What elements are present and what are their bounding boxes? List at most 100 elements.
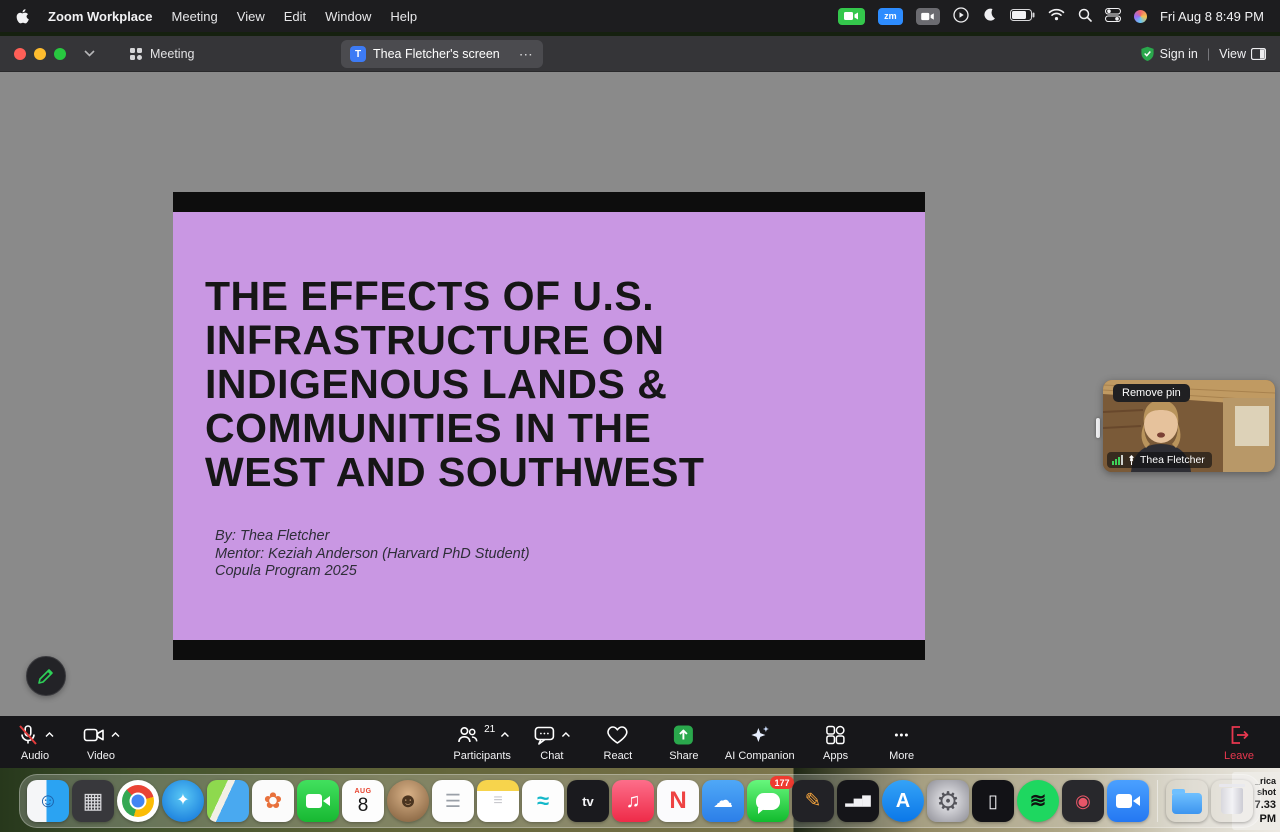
participants-button[interactable]: 21 Participants: [453, 723, 510, 762]
apps-icon: [824, 723, 848, 747]
share-button[interactable]: Share: [659, 723, 709, 762]
dock: ☺▦✦✿AUG8☻☰≡≈tv♫N☁177✎▂▅▇A⚙▯≋◉: [19, 774, 1261, 828]
chat-chevron[interactable]: [562, 732, 571, 738]
dock-trash-icon[interactable]: [1211, 780, 1253, 822]
dock-profile-icon[interactable]: ☻: [387, 780, 429, 822]
more-button[interactable]: More: [877, 723, 927, 762]
leave-label: Leave: [1224, 750, 1254, 762]
menu-app-name[interactable]: Zoom Workplace: [48, 9, 153, 24]
tab-options-ellipsis-icon[interactable]: ⋯: [519, 47, 534, 61]
dock-news-icon[interactable]: N: [657, 780, 699, 822]
video-button[interactable]: Video: [76, 723, 126, 762]
dock-notes-icon[interactable]: ≡: [477, 780, 519, 822]
slide-title-line: WEST AND SOUTHWEST: [205, 450, 704, 494]
slide-title-line: INFRASTRUCTURE ON: [205, 318, 704, 362]
dock-folder-icon[interactable]: [1166, 780, 1208, 822]
apps-button[interactable]: Apps: [811, 723, 861, 762]
messages-badge: 177: [770, 776, 794, 789]
dock-photos-icon[interactable]: ✿: [252, 780, 294, 822]
audio-button[interactable]: Audio: [10, 723, 60, 762]
view-label: View: [1219, 47, 1246, 61]
macos-menu-bar: Zoom Workplace Meeting View Edit Window …: [0, 0, 1280, 32]
dock-messages-icon[interactable]: 177: [747, 780, 789, 822]
leave-button[interactable]: Leave: [1214, 723, 1264, 762]
menu-meeting[interactable]: Meeting: [172, 9, 218, 24]
dock-camera-app-icon[interactable]: ◉: [1062, 780, 1104, 822]
menu-window[interactable]: Window: [325, 9, 371, 24]
apple-menu-icon[interactable]: [16, 9, 29, 24]
slide-title-line: THE EFFECTS OF U.S.: [205, 274, 704, 318]
dock-zoom-icon[interactable]: [1107, 780, 1149, 822]
menu-clock[interactable]: Fri Aug 8 8:49 PM: [1160, 9, 1264, 24]
menu-help[interactable]: Help: [390, 9, 417, 24]
more-label: More: [889, 750, 914, 762]
slide-title-line: COMMUNITIES IN THE: [205, 406, 704, 450]
dock-safari-icon[interactable]: ✦: [162, 780, 204, 822]
menu-view[interactable]: View: [237, 9, 265, 24]
dock-settings-icon[interactable]: ⚙: [927, 780, 969, 822]
tab-meeting-label: Meeting: [150, 47, 194, 61]
audio-label: Audio: [21, 750, 49, 762]
video-camera-glyph: [306, 794, 330, 808]
meeting-toolbar: Audio Video: [0, 716, 1280, 768]
slide-title-line: INDIGENOUS LANDS &: [205, 362, 704, 406]
close-window-button[interactable]: [14, 48, 26, 60]
remove-pin-button[interactable]: Remove pin: [1113, 384, 1190, 402]
chat-label: Chat: [540, 750, 563, 762]
video-chevron[interactable]: [111, 732, 120, 738]
sign-in-button[interactable]: Sign in: [1140, 46, 1198, 62]
dock-chrome-icon[interactable]: [117, 780, 159, 822]
ai-companion-button[interactable]: AI Companion: [725, 723, 795, 762]
focus-moon-icon[interactable]: [982, 7, 997, 25]
screen-share-indicator-icon[interactable]: [838, 8, 865, 25]
spotlight-search-icon[interactable]: [1078, 8, 1092, 25]
dock-calendar-icon[interactable]: AUG8: [342, 780, 384, 822]
chat-button[interactable]: Chat: [527, 723, 577, 762]
shared-screen-area: THE EFFECTS OF U.S. INFRASTRUCTURE ON IN…: [0, 72, 1280, 716]
dock-stocks-icon[interactable]: ▂▅▇: [837, 780, 879, 822]
slide-body: THE EFFECTS OF U.S. INFRASTRUCTURE ON IN…: [173, 212, 925, 640]
heart-icon: [606, 723, 630, 747]
dock-launchpad-icon[interactable]: ▦: [72, 780, 114, 822]
dock-reminders-icon[interactable]: ☰: [432, 780, 474, 822]
audio-chevron[interactable]: [45, 732, 54, 738]
participants-count: 21: [484, 724, 495, 735]
annotate-button[interactable]: [26, 656, 66, 696]
dock-phone-mirroring-icon[interactable]: ▯: [972, 780, 1014, 822]
minimize-window-button[interactable]: [34, 48, 46, 60]
header-divider: |: [1207, 47, 1210, 61]
dock-freeform-icon[interactable]: ≈: [522, 780, 564, 822]
dock-appstore-icon[interactable]: A: [882, 780, 924, 822]
camera-in-use-icon[interactable]: [916, 8, 940, 25]
dock-finder-icon[interactable]: ☺: [27, 780, 69, 822]
wifi-icon[interactable]: [1048, 8, 1065, 24]
battery-icon[interactable]: [1010, 9, 1035, 24]
slide-program: Copula Program 2025: [215, 563, 530, 581]
tab-meeting[interactable]: Meeting: [129, 47, 194, 61]
user-avatar-dot[interactable]: [1134, 10, 1147, 23]
connection-bars-icon: [1112, 455, 1123, 465]
dock-facetime-icon[interactable]: [297, 780, 339, 822]
sign-in-label: Sign in: [1160, 47, 1198, 61]
window-chevron-down-icon[interactable]: [84, 50, 95, 57]
dock-music-icon[interactable]: ♫: [612, 780, 654, 822]
dock-tv-icon[interactable]: tv: [567, 780, 609, 822]
menu-edit[interactable]: Edit: [284, 9, 306, 24]
react-button[interactable]: React: [593, 723, 643, 762]
view-button[interactable]: View: [1219, 47, 1266, 61]
presentation-slide: THE EFFECTS OF U.S. INFRASTRUCTURE ON IN…: [173, 192, 925, 660]
control-center-icon[interactable]: [1105, 8, 1121, 25]
tab-shared-screen[interactable]: T Thea Fletcher's screen ⋯: [341, 40, 543, 68]
participants-label: Participants: [453, 750, 510, 762]
play-status-icon[interactable]: [953, 7, 969, 26]
participants-chevron[interactable]: [500, 732, 509, 738]
dock-maps-icon[interactable]: [207, 780, 249, 822]
dock-spotify-icon[interactable]: ≋: [1017, 780, 1059, 822]
dock-weather-icon[interactable]: ☁: [702, 780, 744, 822]
zoom-menubar-badge[interactable]: zm: [878, 8, 903, 25]
zoom-window-button[interactable]: [54, 48, 66, 60]
video-resize-handle[interactable]: [1096, 418, 1100, 438]
dock-separator: [1157, 780, 1158, 822]
pinned-participant-video[interactable]: Remove pin Thea Fletcher: [1103, 380, 1275, 472]
dock-pencil-app-icon[interactable]: ✎: [792, 780, 834, 822]
